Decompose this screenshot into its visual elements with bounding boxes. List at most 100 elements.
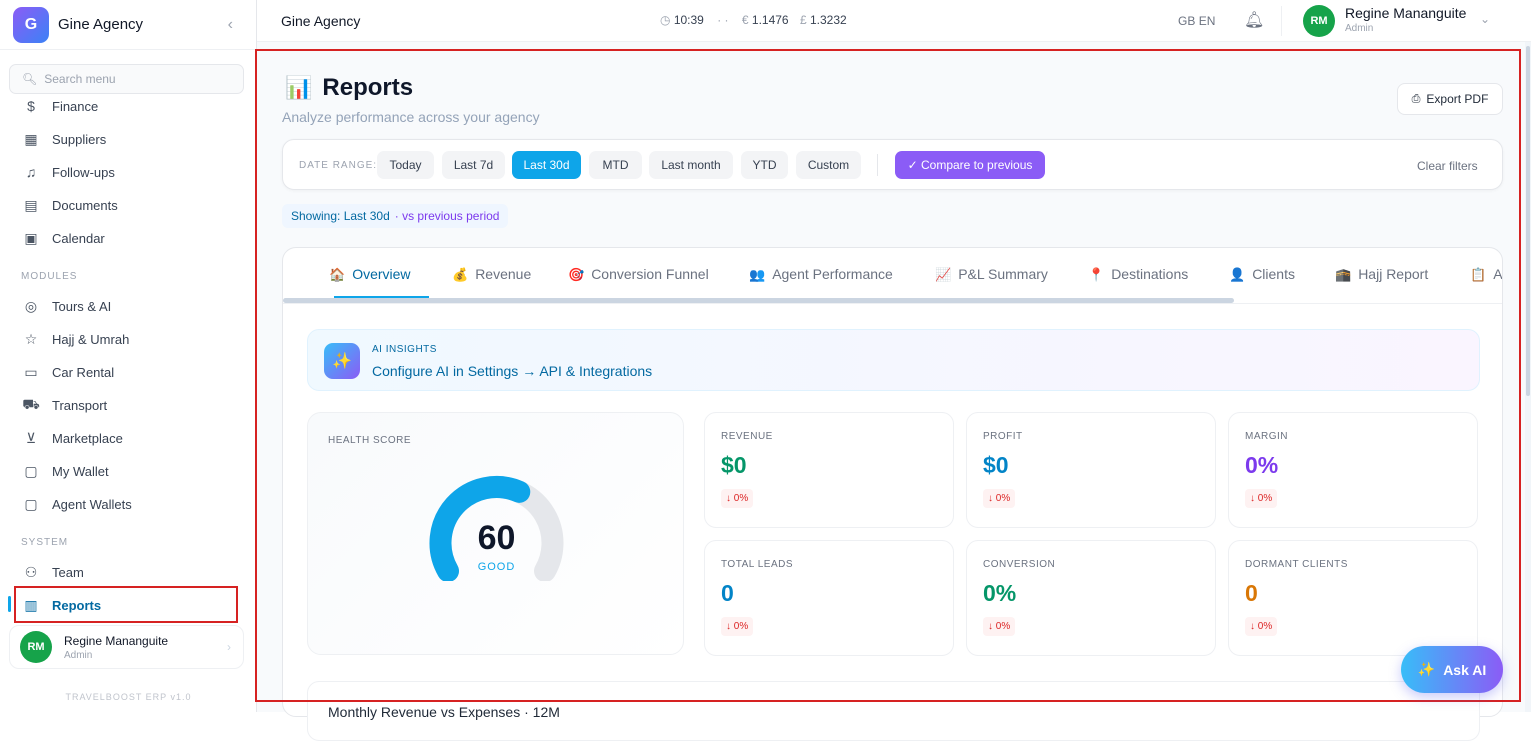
tab-revenue[interactable]: 💰 Revenue	[452, 266, 531, 283]
kpi-change: ↓ 0%	[1245, 617, 1278, 636]
sidebar-item-label: Calendar	[52, 230, 105, 246]
time: 10:39	[673, 13, 704, 27]
chevron-left-icon[interactable]: ‹	[228, 16, 233, 34]
kpi-label: MARGIN	[1245, 431, 1288, 442]
chip-last-month[interactable]: Last month	[649, 151, 733, 179]
sidebar-item-agent-wallets[interactable]: ▢ Agent Wallets	[12, 490, 237, 518]
pound-symbol: £	[799, 13, 807, 27]
page-scrollbar-thumb[interactable]	[1526, 46, 1530, 396]
euro-symbol: €	[741, 13, 749, 27]
chip-today[interactable]: Today	[377, 151, 434, 179]
tab-label: P&L Summary	[958, 266, 1048, 282]
topbar-title: Gine Agency	[281, 13, 361, 29]
chart-title: Monthly Revenue vs Expenses · 12M	[328, 704, 560, 720]
building-icon: ▦	[24, 130, 38, 147]
page-title-text: Reports	[322, 74, 414, 101]
sidebar-item-car-rental[interactable]: ▭ Car Rental	[12, 358, 237, 386]
tab-conversion-funnel[interactable]: 🎯 Conversion Funnel	[568, 266, 709, 283]
language-code: EN	[1198, 14, 1216, 28]
kpi-margin: MARGIN 0% ↓ 0%	[1228, 412, 1478, 528]
sidebar-item-transport[interactable]: ⛟ Transport	[12, 391, 237, 419]
tab-destinations[interactable]: 📍 Destinations	[1088, 266, 1188, 283]
chip-custom[interactable]: Custom	[796, 151, 861, 179]
kpi-change: ↓ 0%	[1245, 489, 1278, 508]
app-version: TRAVELBOOST ERP v1.0	[65, 692, 192, 702]
sidebar-item-finance[interactable]: $ Finance	[12, 92, 237, 120]
user-name: Regine Mananguite	[64, 633, 169, 648]
kpi-value: $0	[983, 452, 1009, 478]
cart-icon: ⊻	[25, 429, 37, 446]
tab-agent-performance[interactable]: 👥 Agent Performance	[749, 266, 893, 283]
rates-ticker: ◷ 10:39 · · € 1.1476 £ 1.3232	[660, 13, 847, 27]
language-switcher[interactable]: GB EN	[1178, 14, 1215, 28]
showing-range: Showing: Last 30d	[291, 209, 390, 223]
sidebar-item-follow-ups[interactable]: ♫ Follow-ups	[12, 158, 237, 186]
sidebar: G Gine Agency ‹ 🔍︎ Search menu $ Finance…	[0, 0, 257, 712]
export-label: Export PDF	[1426, 92, 1489, 106]
tab-hajj-report[interactable]: 🕋 Hajj Report	[1335, 266, 1428, 283]
wallet-icon: ▢	[24, 462, 38, 479]
user-name[interactable]: Regine Mananguite	[1345, 5, 1466, 21]
tab-more[interactable]: 📋 A	[1470, 266, 1502, 283]
chip-last-30d[interactable]: Last 30d	[512, 151, 581, 179]
kpi-value: 0	[1245, 580, 1258, 606]
tab-overview[interactable]: 🏠 Overview	[329, 266, 411, 283]
ask-ai-button[interactable]: ✨ Ask AI	[1401, 646, 1503, 693]
tab-label: Conversion Funnel	[591, 266, 709, 282]
kpi-change: ↓ 0%	[983, 617, 1016, 636]
reports-panel: 🏠 Overview 💰 Revenue 🎯 Conversion Funnel 👥 A…	[282, 247, 1503, 741]
divider	[1281, 6, 1282, 36]
sidebar-item-tours[interactable]: ◎ Tours & AI	[12, 292, 237, 320]
tab-pl-summary[interactable]: 📈 P&L Summary	[935, 266, 1048, 283]
health-score-status: GOOD	[477, 561, 516, 573]
health-score-label: HEALTH SCORE	[328, 435, 412, 446]
search-menu[interactable]: 🔍︎ Search menu	[9, 64, 244, 94]
showing-badge: Showing: Last 30d · vs previous period	[282, 204, 509, 228]
person-icon: 👤	[1229, 267, 1246, 282]
tabs-scrollbar[interactable]	[283, 298, 1234, 303]
compare-to-previous-button[interactable]: ✓ Compare to previous	[895, 151, 1045, 179]
people-icon: 👥	[749, 267, 766, 282]
export-pdf-button[interactable]: ⎙ Export PDF	[1397, 83, 1503, 115]
brand-name: Gine Agency	[58, 16, 144, 33]
sidebar-item-label: Finance	[52, 98, 99, 114]
document-icon: ▤	[24, 196, 38, 213]
sidebar-item-hajj[interactable]: ☆ Hajj & Umrah	[12, 325, 237, 353]
tab-label: Destinations	[1111, 266, 1189, 282]
sidebar-item-calendar[interactable]: ▣ Calendar	[12, 224, 237, 252]
monthly-revenue-chart-card: Monthly Revenue vs Expenses · 12M	[307, 681, 1480, 741]
dollar-icon: $	[27, 98, 35, 114]
chip-last-7d[interactable]: Last 7d	[442, 151, 505, 179]
sidebar-item-label: Car Rental	[52, 364, 115, 380]
sidebar-item-team[interactable]: ⚇ Team	[12, 558, 237, 586]
sparkles-icon: ✨	[324, 343, 360, 379]
sidebar-item-label: Suppliers	[52, 131, 107, 147]
chip-ytd[interactable]: YTD	[741, 151, 788, 179]
ai-insights-label: AI INSIGHTS	[372, 344, 437, 355]
avatar[interactable]: RM	[1303, 5, 1335, 37]
active-indicator	[8, 596, 11, 612]
kaaba-icon: 🕋	[1335, 267, 1352, 282]
tab-clients[interactable]: 👤 Clients	[1229, 266, 1295, 283]
sidebar-item-suppliers[interactable]: ▦ Suppliers	[12, 125, 237, 153]
ask-ai-label: Ask AI	[1443, 661, 1487, 678]
reports-icon: 📊	[285, 75, 313, 100]
kpi-value: $0	[721, 452, 747, 478]
clock-icon: ◷	[660, 13, 671, 27]
tab-label: Clients	[1252, 266, 1295, 282]
kpi-value: 0%	[1245, 452, 1279, 478]
pin-icon: 📍	[1088, 267, 1105, 282]
search-icon: 🔍︎	[22, 72, 38, 86]
chip-mtd[interactable]: MTD	[589, 151, 642, 179]
sidebar-item-my-wallet[interactable]: ▢ My Wallet	[12, 457, 237, 485]
sidebar-item-documents[interactable]: ▤ Documents	[12, 191, 237, 219]
chevron-down-icon[interactable]: ⌄	[1480, 12, 1490, 26]
kpi-change: ↓ 0%	[983, 489, 1016, 508]
ai-insights-link[interactable]: Configure AI in Settings → API & Integra…	[372, 363, 652, 379]
bell-icon[interactable]: 🔔︎	[1244, 10, 1264, 30]
brand-logo[interactable]: G	[13, 6, 49, 43]
sidebar-item-label: Transport	[52, 397, 108, 413]
sidebar-item-marketplace[interactable]: ⊻ Marketplace	[12, 424, 237, 452]
sidebar-user-card[interactable]: RM Regine Mananguite Admin ›	[9, 625, 244, 669]
clear-filters-link[interactable]: Clear filters	[1417, 159, 1478, 173]
